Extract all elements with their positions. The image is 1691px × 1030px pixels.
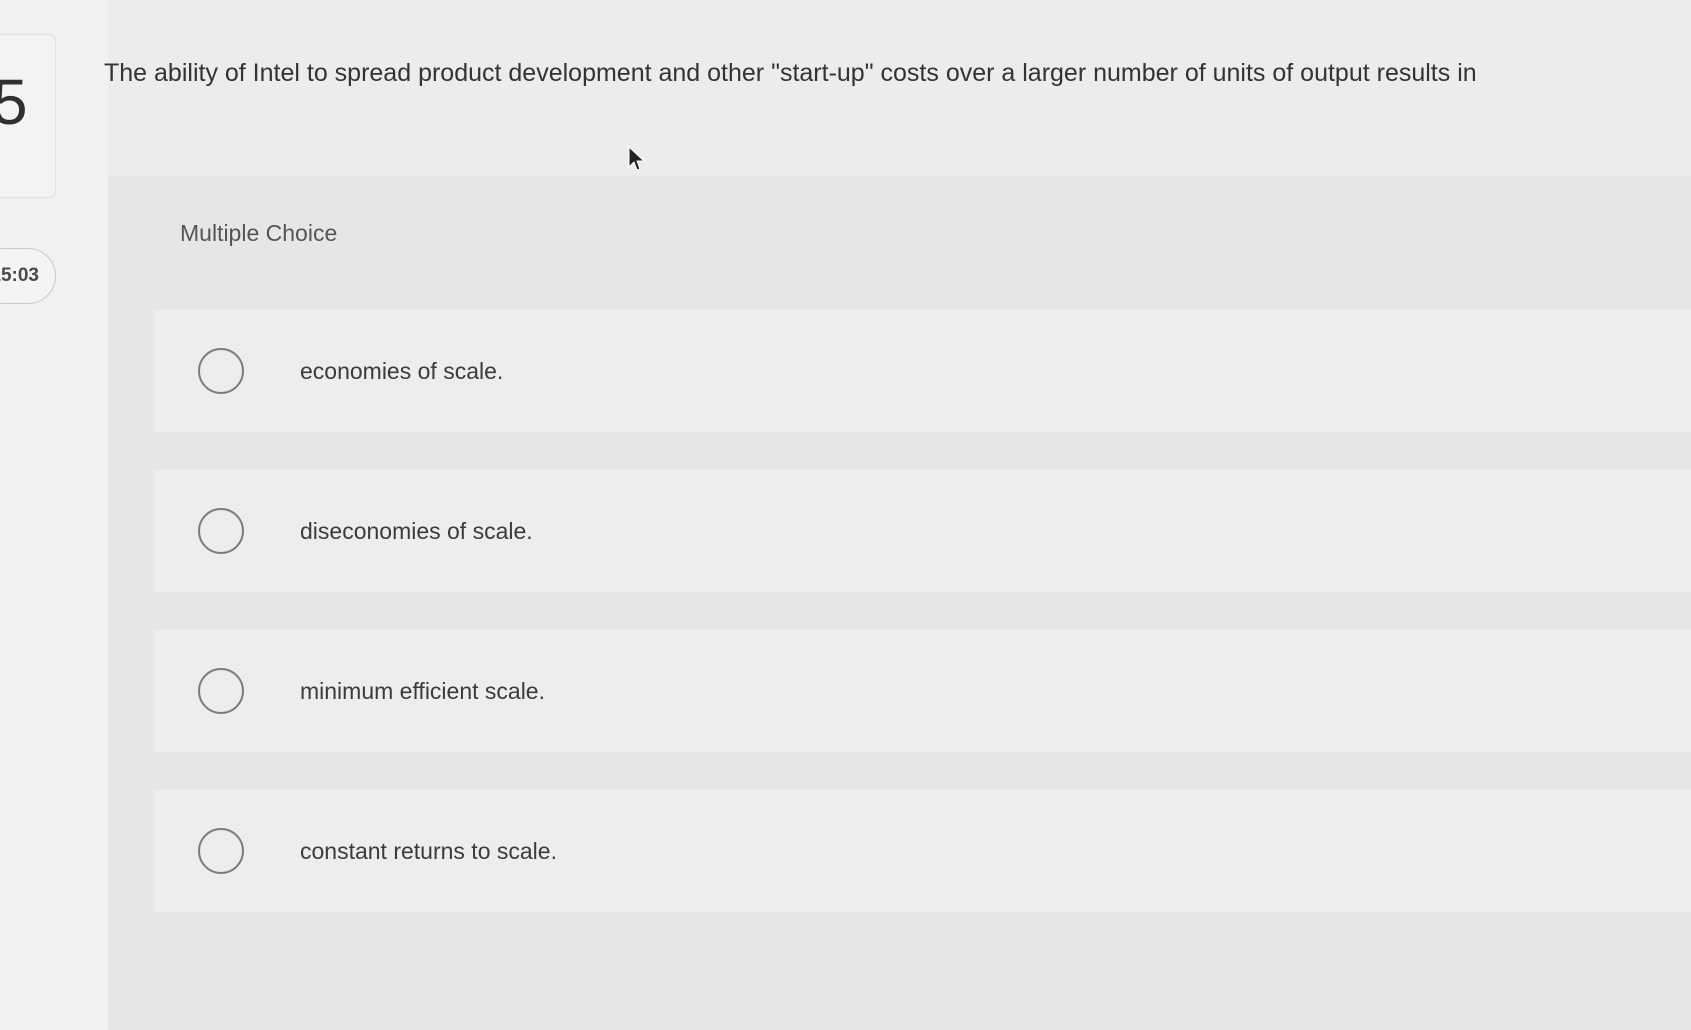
radio-button-icon[interactable] (198, 508, 244, 554)
option-label[interactable]: diseconomies of scale. (300, 518, 533, 545)
radio-button-icon[interactable] (198, 348, 244, 394)
answer-panel: Multiple Choice economies of scale. dise… (108, 176, 1691, 1030)
option-label[interactable]: constant returns to scale. (300, 838, 557, 865)
question-text: The ability of Intel to spread product d… (104, 59, 1477, 87)
mouse-pointer-icon (628, 146, 646, 171)
radio-button-icon[interactable] (198, 668, 244, 714)
timer-badge: 15:03 (0, 248, 56, 304)
question-number: 5 (0, 66, 28, 138)
left-rail: 5 15:03 (0, 0, 108, 1030)
option-label[interactable]: minimum efficient scale. (300, 678, 545, 705)
option-constant-returns-to-scale[interactable]: constant returns to scale. (154, 790, 1691, 912)
option-label[interactable]: economies of scale. (300, 358, 503, 385)
option-minimum-efficient-scale[interactable]: minimum efficient scale. (154, 630, 1691, 752)
radio-button-icon[interactable] (198, 828, 244, 874)
option-economies-of-scale[interactable]: economies of scale. (154, 310, 1691, 432)
multiple-choice-heading: Multiple Choice (180, 220, 338, 246)
option-diseconomies-of-scale[interactable]: diseconomies of scale. (154, 470, 1691, 592)
